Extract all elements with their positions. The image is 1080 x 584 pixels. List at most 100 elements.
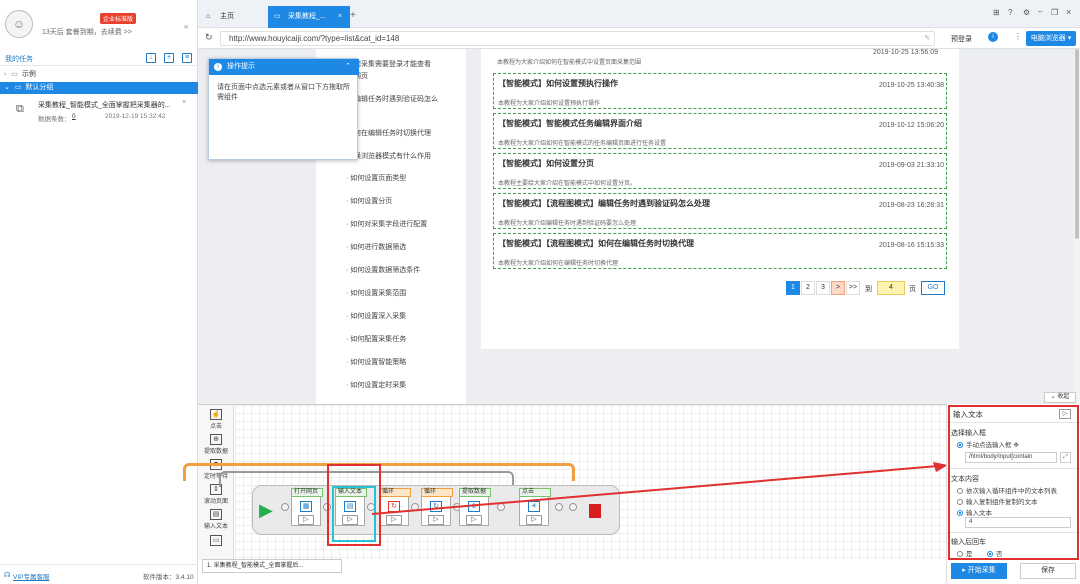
tool-extract[interactable]: ⊕ 提取数据 bbox=[202, 434, 230, 458]
collapse-up-icon[interactable]: ⌃ bbox=[345, 59, 351, 75]
tool-more[interactable]: ▭ bbox=[202, 535, 230, 559]
browser-mode-dropdown[interactable]: 电脑浏览器 ▾ bbox=[1026, 31, 1076, 46]
page-2[interactable]: 2 bbox=[801, 281, 815, 295]
menu-link[interactable]: · 如何设置深入采集 bbox=[346, 311, 406, 321]
tool-scroll[interactable]: ⇕ 滚动页面 bbox=[202, 484, 230, 508]
article-desc: 本教程为大家介绍如何在智能模式中设置页面采集范围 bbox=[497, 60, 642, 66]
node-run-icon[interactable]: ▷ bbox=[298, 515, 314, 525]
new-tab-icon[interactable]: + bbox=[350, 10, 356, 21]
tree-item-default-group[interactable]: ⌄ ▭ 默认分组 bbox=[0, 82, 198, 94]
menu-link[interactable]: · 如何设置智能策略 bbox=[346, 357, 406, 367]
close-icon[interactable]: × bbox=[182, 99, 186, 106]
close-icon[interactable]: × bbox=[338, 6, 342, 28]
tab-active[interactable]: ▭ 采集教程_... × bbox=[268, 6, 350, 28]
tool-click[interactable]: ☝ 点击 bbox=[202, 409, 230, 433]
folder-icon: ▭ bbox=[11, 71, 18, 78]
article-title[interactable]: 【智能模式】如何设置预执行操作 bbox=[498, 78, 618, 89]
menu-link[interactable]: 编辑任务时遇到验证码怎么 bbox=[354, 94, 438, 104]
page-3[interactable]: 3 bbox=[816, 281, 830, 295]
scrollbar[interactable] bbox=[1074, 49, 1080, 404]
edit-icon[interactable]: ✎ bbox=[924, 34, 930, 42]
article-desc: 本教程为大家介绍编辑任务时遇到验证码要怎么处理 bbox=[498, 221, 637, 227]
article-item[interactable]: 【智能模式】智能模式任务编辑界面介绍 2019-10-12 15:06:20 本… bbox=[493, 113, 947, 149]
menu-link[interactable]: 何在编辑任务时切换代理 bbox=[354, 128, 431, 138]
menu-link[interactable]: · 如何对采集字段进行配置 bbox=[346, 219, 427, 229]
article-item[interactable]: 【智能模式】如何设置预执行操作 2019-10-25 13:40:38 本教程为… bbox=[493, 73, 947, 109]
menu-link[interactable]: · 如何设置数据筛选条件 bbox=[346, 265, 420, 275]
article-title[interactable]: 【智能模式】如何设置分页 bbox=[498, 158, 594, 169]
menu-link[interactable]: · 如何设置分页 bbox=[346, 196, 392, 206]
settings-icon[interactable]: ⚙ bbox=[1023, 8, 1030, 17]
start-collect-button[interactable]: ▸ 开始采集 bbox=[951, 563, 1007, 579]
home-icon: ⌂ bbox=[206, 13, 211, 20]
menu-link[interactable]: 何采集需要登录才能查看 bbox=[354, 59, 431, 69]
goto-label: 到 bbox=[865, 286, 872, 293]
properties-highlight-box bbox=[948, 405, 1079, 560]
task-item[interactable]: ⧉ 采集教程_智能模式_全面掌握把采集器的... × 数据条数： 0 2019-… bbox=[0, 96, 198, 126]
scroll-thumb[interactable] bbox=[1075, 49, 1079, 239]
new-task-icon[interactable]: + bbox=[164, 53, 174, 63]
minimize-icon[interactable]: – bbox=[1038, 7, 1042, 16]
menu-link[interactable]: · 如何配置采集任务 bbox=[346, 334, 406, 344]
article-title[interactable]: 【智能模式】【流程图模式】如何在编辑任务时切换代理 bbox=[498, 238, 694, 249]
node-open-page[interactable]: 打开网页 ▦ ▷ bbox=[291, 488, 323, 526]
connector bbox=[281, 503, 289, 511]
web-page-icon: ▦ bbox=[300, 501, 312, 512]
tip-title: 操作提示 bbox=[227, 63, 255, 70]
article-title[interactable]: 【智能模式】【流程图模式】编辑任务时遇到验证码怎么处理 bbox=[498, 198, 710, 209]
export-icon[interactable]: ≡ bbox=[182, 53, 192, 63]
restore-icon[interactable]: ❐ bbox=[1051, 8, 1058, 17]
url-input[interactable]: http://www.houyicaiji.com/?type=list&cat… bbox=[220, 31, 935, 46]
article-date: 2019-10-25 13:56:09 bbox=[873, 49, 938, 56]
tree-item-example[interactable]: › ▭ 示例 bbox=[0, 69, 198, 81]
last-page[interactable]: >> bbox=[846, 281, 860, 295]
task-time: 2019-12-19 15:32:42 bbox=[105, 113, 166, 120]
goto-input[interactable]: 4 bbox=[877, 281, 905, 295]
menu-link[interactable]: · 如何进行数据筛选 bbox=[346, 242, 406, 252]
workflow-task-tab[interactable]: 1. 采集教程_智能模式_全面掌握后... bbox=[202, 559, 342, 573]
info-icon: i bbox=[214, 63, 222, 71]
article-item[interactable]: 【智能模式】如何设置分页 2019-09-03 21:33:10 本教程主要给大… bbox=[493, 153, 947, 189]
save-button[interactable]: 保存 bbox=[1020, 563, 1076, 579]
avatar[interactable]: ☺ bbox=[5, 10, 33, 38]
vip-service-link[interactable]: VIP专属客服 bbox=[13, 571, 49, 581]
node-label: 打开网页 bbox=[291, 488, 323, 497]
pre-login-button[interactable]: 预登录 bbox=[951, 34, 972, 44]
more-icon[interactable]: ⋮ bbox=[1014, 32, 1022, 41]
article-item[interactable]: 【智能模式】【流程图模式】编辑任务时遇到验证码怎么处理 2019-08-23 1… bbox=[493, 193, 947, 229]
grid-icon[interactable]: ⊞ bbox=[993, 8, 1000, 17]
start-play-icon[interactable]: ▶ bbox=[259, 500, 273, 521]
article-date: 2019-08-23 16:28:31 bbox=[879, 202, 944, 209]
tab-home[interactable]: ⌂ 主页 bbox=[200, 6, 262, 28]
tree-item-label: 示例 bbox=[21, 71, 36, 78]
task-count[interactable]: 0 bbox=[72, 113, 76, 120]
help-icon[interactable]: ? bbox=[1008, 8, 1012, 17]
tip-header: i 操作提示 ⌃ bbox=[209, 59, 359, 75]
menu-link-text: 如何进行数据筛选 bbox=[350, 244, 407, 251]
collapse-sidebar-icon[interactable]: « bbox=[184, 22, 188, 31]
page-1[interactable]: 1 bbox=[786, 281, 800, 295]
flow-task-icon: ⧉ bbox=[16, 103, 24, 115]
info-icon[interactable]: i bbox=[988, 32, 998, 42]
menu-link[interactable]: · 如何设置采集范围 bbox=[346, 288, 406, 298]
menu-link[interactable]: · 如何设置页面类型 bbox=[346, 173, 406, 183]
expire-notice[interactable]: 13天后 套餐到期，去续费 >> bbox=[42, 27, 132, 37]
article-item[interactable]: 【智能模式】【流程图模式】如何在编辑任务时切换代理 2019-08-16 15:… bbox=[493, 233, 947, 269]
menu-link[interactable]: 换浏览器模式有什么作用 bbox=[354, 151, 431, 161]
menu-link-text: 如何配置采集任务 bbox=[350, 336, 407, 343]
collapse-button[interactable]: ⌄ 收起 bbox=[1044, 392, 1076, 403]
next-page[interactable]: > bbox=[831, 281, 845, 295]
tool-label: 滚动页面 bbox=[203, 499, 228, 505]
article-desc: 本教程为大家介绍如何在智能模式的任务编辑页面进行任务设置 bbox=[498, 141, 667, 147]
arrow-annotation bbox=[371, 462, 948, 515]
tool-input-text[interactable]: ▤ 输入文本 bbox=[202, 509, 230, 533]
article-date: 2019-10-12 15:06:20 bbox=[879, 122, 944, 129]
chevron-down-icon: ⌄ bbox=[4, 84, 10, 91]
article-title[interactable]: 【智能模式】智能模式任务编辑界面介绍 bbox=[498, 118, 642, 129]
go-button[interactable]: GO bbox=[921, 281, 945, 295]
close-window-icon[interactable]: × bbox=[1066, 7, 1071, 17]
refresh-icon[interactable]: ↻ bbox=[205, 32, 213, 43]
save-icon[interactable]: ↓ bbox=[146, 53, 156, 63]
menu-link[interactable]: · 如何设置定时采集 bbox=[346, 380, 406, 390]
article-list: 本教程为大家介绍如何在智能模式中设置页面采集范围 2019-10-25 13:5… bbox=[481, 49, 959, 349]
